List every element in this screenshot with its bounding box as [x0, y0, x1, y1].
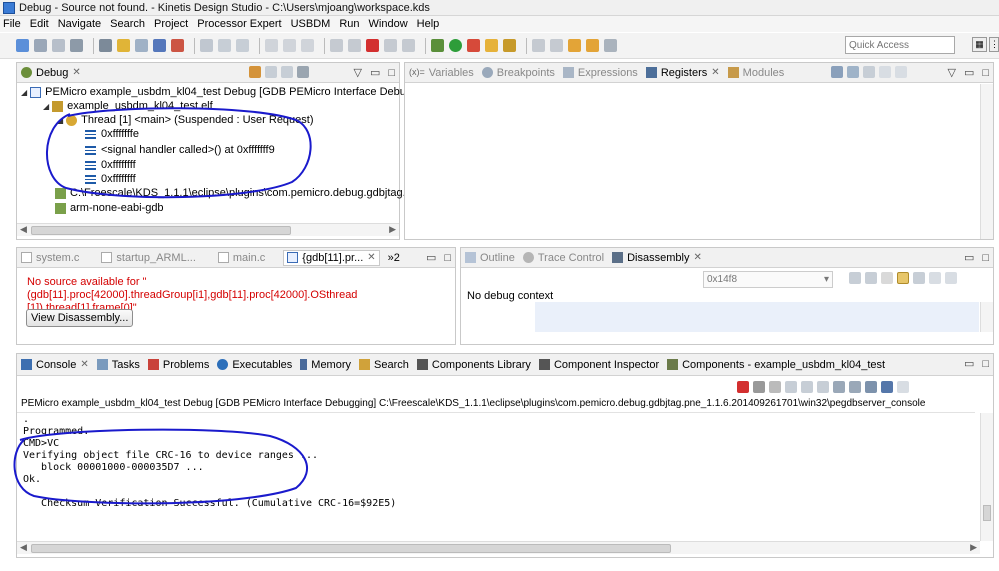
- annotation-overlay: [13, 107, 312, 505]
- annotation-circle-stack: [46, 107, 312, 199]
- annotation-circle-console: [13, 428, 308, 505]
